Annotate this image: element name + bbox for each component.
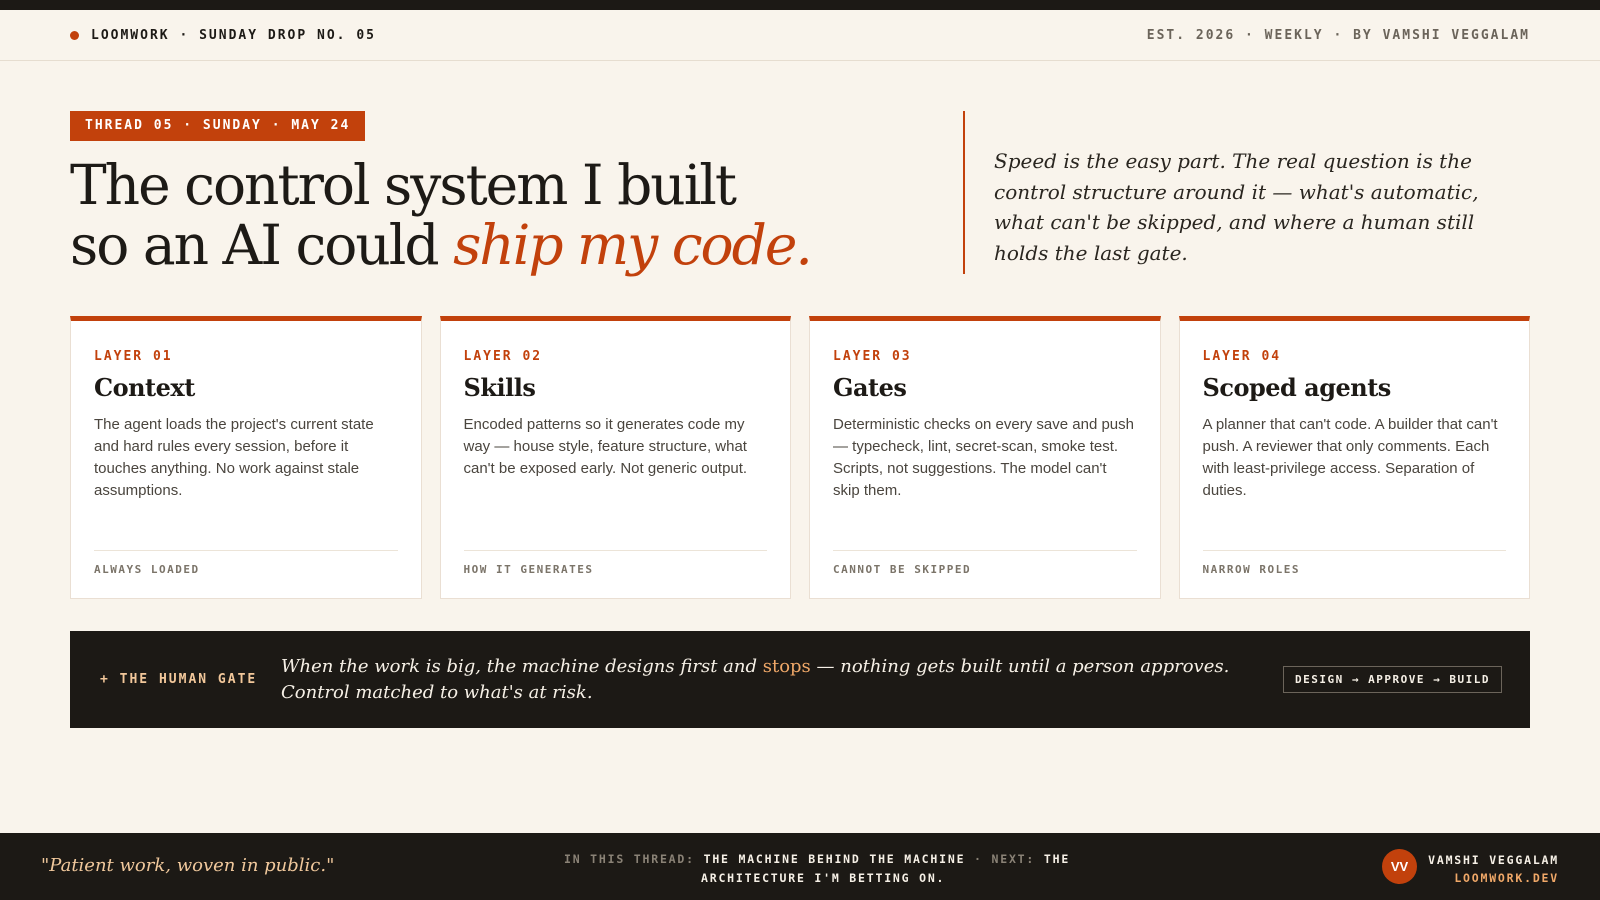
card-body: Encoded patterns so it generates code my… (463, 416, 748, 477)
card-layer-label: LAYER 03 (833, 349, 912, 364)
card-body: A planner that can't code. A builder tha… (1202, 416, 1498, 499)
brand[interactable]: LOOMWORK · SUNDAY DROP NO. 05 (70, 28, 376, 43)
human-gate-label: + THE HUMAN GATE (100, 672, 258, 687)
card-footer: ALWAYS LOADED (94, 550, 398, 598)
card-body: Deterministic checks on every save and p… (833, 416, 1134, 499)
card-layer-label: LAYER 02 (463, 349, 543, 364)
pull-quote: Speed is the easy part. The real questio… (963, 111, 1531, 274)
brand-label: LOOMWORK · SUNDAY DROP NO. 05 (91, 27, 376, 43)
card-footer: NARROW ROLES (1202, 550, 1506, 598)
author-block: VAMSHI VEGGALAM LOOMWORK.DEV (1428, 851, 1559, 887)
gate-text-before: When the work is big, the machine design… (281, 655, 763, 677)
headline-line-1: The control system I built (70, 153, 737, 217)
layer-cards: LAYER 01 Context The agent loads the pro… (70, 316, 1530, 599)
headline-line-2: so an AI could (70, 213, 454, 277)
site-link[interactable]: LOOMWORK.DEV (1428, 869, 1559, 887)
layer-card-skills: LAYER 02 Skills Encoded patterns so it g… (439, 316, 791, 599)
card-body: The agent loads the project's current st… (94, 416, 374, 499)
footer-motto: "Patient work, woven in public." (41, 855, 335, 876)
thread-current-link[interactable]: THE MACHINE BEHIND THE MACHINE (704, 852, 966, 866)
gate-flow-badge: DESIGN → APPROVE → BUILD (1283, 666, 1502, 693)
thread-label: IN THIS THREAD: (564, 852, 695, 866)
next-thread-link[interactable]: THE (1044, 852, 1070, 866)
layer-card-gates: LAYER 03 Gates Deterministic checks on e… (809, 316, 1161, 599)
footer: "Patient work, woven in public." IN THIS… (0, 833, 1600, 900)
masthead: LOOMWORK · SUNDAY DROP NO. 05 EST. 2026 … (0, 10, 1600, 61)
card-layer-label: LAYER 04 (1202, 349, 1282, 364)
human-gate-text: When the work is big, the machine design… (281, 654, 1241, 706)
avatar: VV (1382, 849, 1417, 884)
human-gate-banner: + THE HUMAN GATE When the work is big, t… (70, 631, 1530, 728)
author-name: VAMSHI VEGGALAM (1428, 853, 1559, 867)
card-title: Scoped agents (1202, 373, 1392, 402)
layer-card-context: LAYER 01 Context The agent loads the pro… (70, 316, 422, 599)
brand-dot-icon (70, 30, 79, 40)
layer-card-scoped-agents: LAYER 04 Scoped agents A planner that ca… (1178, 316, 1530, 599)
card-title: Gates (833, 373, 907, 402)
gate-text-accent: stops (762, 655, 811, 677)
headline-accent: ship my code. (453, 213, 813, 277)
card-footer: CANNOT BE SKIPPED (833, 550, 1137, 598)
thread-nav: IN THIS THREAD: THE MACHINE BEHIND THE M… (564, 850, 1104, 888)
next-thread-link-cont[interactable]: ARCHITECTURE I'M BETTING ON. (564, 869, 1104, 888)
page-title: The control system I built so an AI coul… (70, 155, 870, 275)
card-layer-label: LAYER 01 (94, 349, 173, 364)
thread-tag: THREAD 05 · SUNDAY · MAY 24 (70, 111, 366, 141)
next-label: NEXT: (991, 852, 1036, 866)
hero: THREAD 05 · SUNDAY · MAY 24 The control … (70, 111, 870, 275)
card-title: Skills (463, 373, 536, 402)
masthead-meta: EST. 2026 · WEEKLY · BY VAMSHI VEGGALAM (1146, 27, 1530, 43)
card-title: Context (94, 373, 195, 402)
top-bar (0, 0, 1600, 10)
card-footer: HOW IT GENERATES (463, 550, 767, 598)
thread-separator: · (974, 852, 983, 866)
